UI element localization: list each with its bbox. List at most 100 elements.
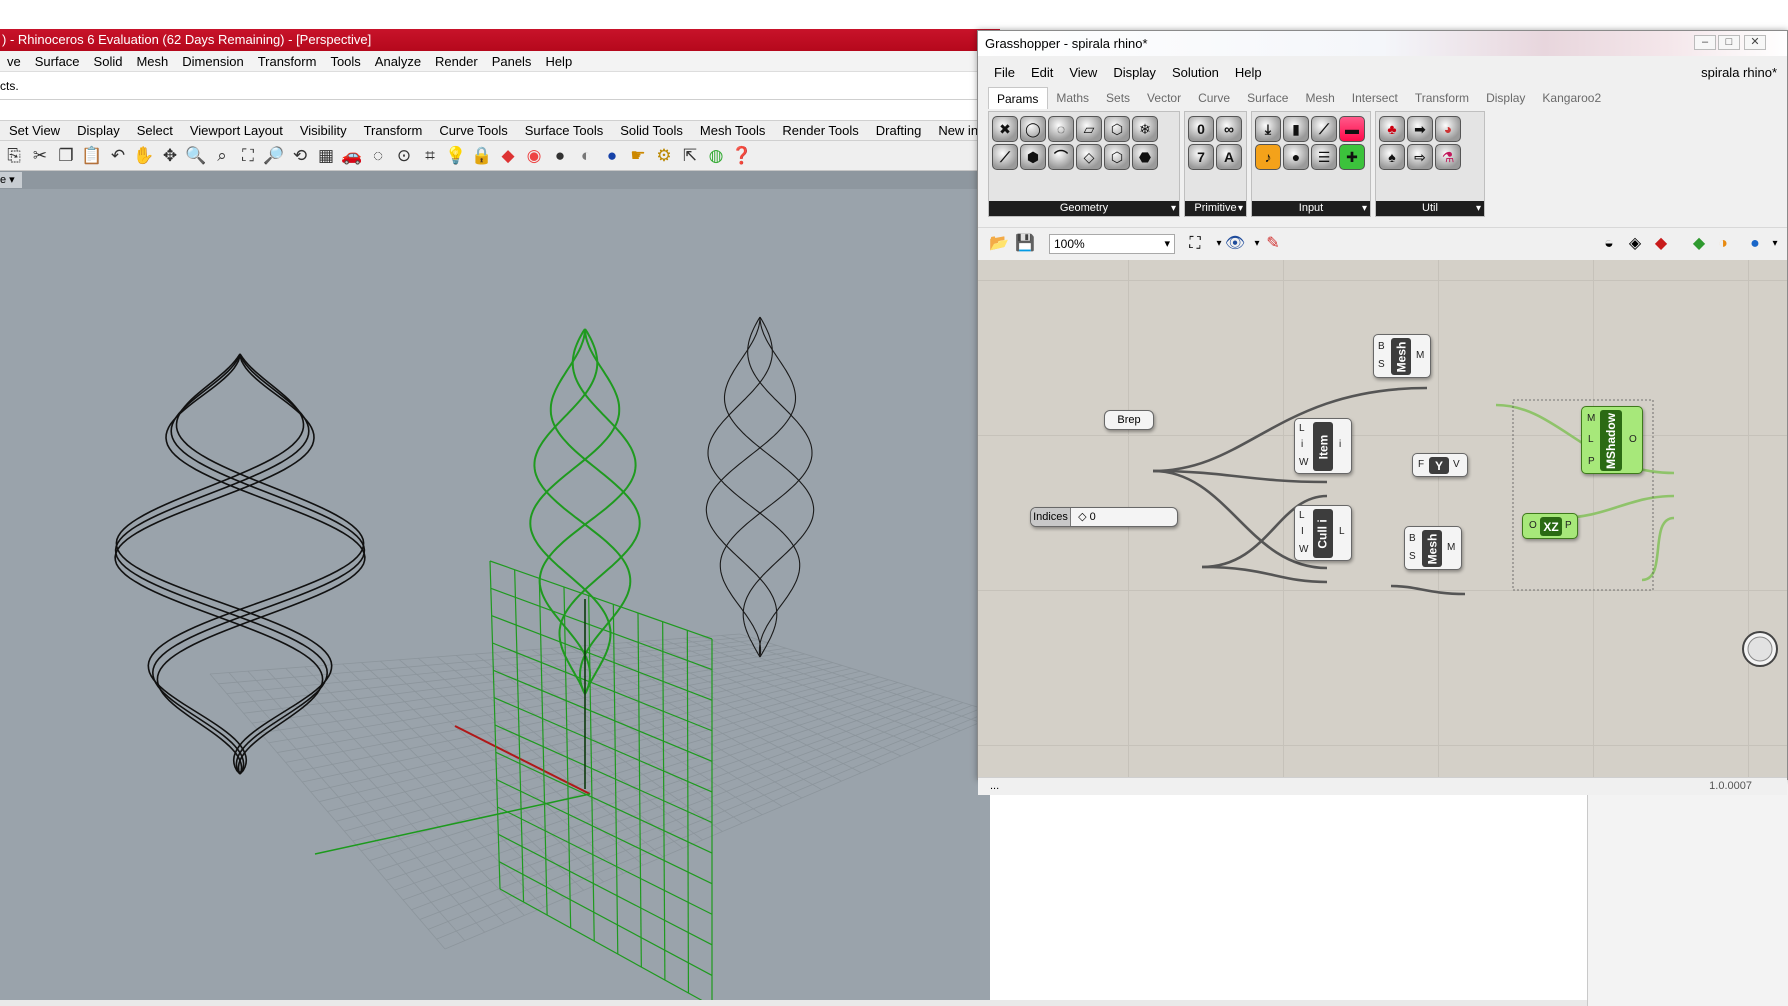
paste-icon[interactable]: 📋 (80, 144, 104, 168)
mesh-brep-component-top[interactable]: B S Mesh M (1373, 334, 1431, 378)
menu-help[interactable]: Help (538, 51, 579, 71)
expand-icon[interactable]: ▾ (1171, 201, 1176, 216)
render-sphere-icon[interactable]: ◐ (574, 144, 598, 168)
expand-icon[interactable]: ▾ (1476, 201, 1481, 216)
import-icon[interactable]: ⤓ (1255, 116, 1281, 142)
car-icon[interactable]: 🚗 (340, 144, 364, 168)
text-param-icon[interactable]: A (1216, 144, 1242, 170)
pin-m[interactable]: M (1447, 542, 1455, 554)
menu-transform[interactable]: Transform (251, 51, 324, 71)
pin-l[interactable]: L (1299, 423, 1305, 435)
indices-panel-node[interactable]: Indices ◇ 0 (1030, 507, 1178, 527)
menu-dimension[interactable]: Dimension (175, 51, 250, 71)
viewport-tab[interactable]: e ▾ (0, 172, 22, 188)
tab-mesh-tools[interactable]: Mesh Tools (691, 121, 774, 140)
mesh-preview-icon[interactable]: ◆ (1688, 233, 1710, 255)
blue-sphere-icon[interactable]: ● (600, 144, 624, 168)
tab-visibility[interactable]: Visibility (291, 121, 355, 140)
pin-s[interactable]: S (1378, 359, 1385, 371)
gradient-icon[interactable]: ▬ (1339, 116, 1365, 142)
menu-panels[interactable]: Panels (485, 51, 539, 71)
gh-tab-kangaroo2[interactable]: Kangaroo2 (1534, 87, 1610, 109)
menu-render[interactable]: Render (428, 51, 485, 71)
menu-analyze[interactable]: Analyze (368, 51, 428, 71)
gear-icon[interactable]: ⚙ (652, 144, 676, 168)
pin-i-out[interactable]: i (1339, 439, 1341, 451)
expand-icon[interactable]: ▾ (1238, 201, 1243, 216)
transform-icon[interactable]: ⇱ (678, 144, 702, 168)
zoom-window-icon[interactable]: ⌕ (210, 144, 234, 168)
pin-b[interactable]: B (1409, 533, 1416, 545)
box-param-icon[interactable]: ⬢ (1020, 144, 1046, 170)
gh-tab-maths[interactable]: Maths (1048, 87, 1098, 109)
pin-p[interactable]: P (1565, 520, 1572, 532)
preview-eye-icon[interactable]: 👁 (1224, 233, 1246, 255)
ribbon-label-input[interactable]: Input ▾ (1252, 201, 1370, 216)
gh-tab-transform[interactable]: Transform (1407, 87, 1478, 109)
xz-plane-component[interactable]: O XZ P (1522, 513, 1578, 539)
tab-curve-tools[interactable]: Curve Tools (430, 121, 515, 140)
menu-tools[interactable]: Tools (323, 51, 367, 71)
status-ellipsis[interactable]: ... (990, 778, 999, 794)
close-icon[interactable]: ✕ (1744, 35, 1766, 50)
toggle-icon[interactable]: ● (1283, 144, 1309, 170)
zoom-icon[interactable]: 🔍 (184, 144, 208, 168)
menu-surface[interactable]: Surface (28, 51, 87, 71)
globe-icon[interactable]: ● (1744, 233, 1766, 255)
undo-icon[interactable]: ↶ (106, 144, 130, 168)
four-viewports-icon[interactable]: ▦ (314, 144, 338, 168)
tab-display[interactable]: Display (68, 121, 128, 140)
tree-icon[interactable]: ♠ (1379, 144, 1405, 170)
arrow-outline-icon[interactable]: ⇨ (1407, 144, 1433, 170)
gh-tab-intersect[interactable]: Intersect (1344, 87, 1407, 109)
gh-menu-help[interactable]: Help (1227, 62, 1270, 84)
value-list-icon[interactable]: ☰ (1311, 144, 1337, 170)
zoom-extents-icon[interactable]: ⛶ (236, 144, 260, 168)
plane-param-icon[interactable]: ◇ (1076, 144, 1102, 170)
pin-p[interactable]: P (1588, 456, 1595, 468)
material-icon[interactable]: ◑ (1712, 233, 1734, 255)
menu-solid[interactable]: Solid (87, 51, 130, 71)
zoom-select[interactable]: 100% (1049, 234, 1175, 254)
pin-f[interactable]: F (1418, 459, 1424, 471)
chevron-down-icon[interactable]: ▾ (1764, 233, 1786, 255)
pin-l[interactable]: L (1299, 510, 1305, 522)
gh-tab-curve[interactable]: Curve (1190, 87, 1239, 109)
pin-l[interactable]: L (1588, 434, 1594, 446)
light-bulb-icon[interactable]: 💡 (444, 144, 468, 168)
curve-param-icon[interactable]: ◌ (1048, 116, 1074, 142)
color-wheel-icon[interactable]: ◉ (522, 144, 546, 168)
zoom-extents-icon[interactable]: ⛶ (1184, 233, 1206, 255)
pin-i[interactable]: I (1301, 526, 1304, 538)
pin-o[interactable]: O (1629, 434, 1637, 446)
mesh-param-icon[interactable]: ❄ (1132, 116, 1158, 142)
point-param-icon[interactable]: ✖ (992, 116, 1018, 142)
gh-titlebar[interactable]: Grasshopper - spirala rhino* – □ ✕ (978, 31, 1787, 56)
tab-viewport-layout[interactable]: Viewport Layout (181, 121, 291, 140)
xray-icon[interactable]: ⊙ (392, 144, 416, 168)
tab-surface-tools[interactable]: Surface Tools (516, 121, 612, 140)
integer-param-icon[interactable]: ∞ (1216, 116, 1242, 142)
command-prompt[interactable] (0, 100, 990, 121)
gh-canvas[interactable]: Brep Indices ◇ 0 B S Mesh M L i W Item i (978, 260, 1787, 777)
menu-view[interactable]: ve (0, 51, 28, 71)
surface-param-icon[interactable]: ▱ (1076, 116, 1102, 142)
gh-tab-sets[interactable]: Sets (1098, 87, 1139, 109)
flask-icon[interactable]: ⚗ (1435, 144, 1461, 170)
brep-param-node[interactable]: Brep (1104, 410, 1154, 430)
preview-selected-icon[interactable]: ◆ (1650, 233, 1672, 255)
preview-shaded-icon[interactable]: ◈ (1624, 233, 1646, 255)
save-icon[interactable]: 💾 (1014, 233, 1036, 255)
move-icon[interactable]: ✥ (158, 144, 182, 168)
pin-m[interactable]: M (1587, 413, 1595, 425)
gh-tab-params[interactable]: Params (988, 87, 1049, 109)
cut-icon[interactable]: ✂ (28, 144, 52, 168)
tab-solid-tools[interactable]: Solid Tools (611, 121, 691, 140)
circle-param-icon[interactable]: ◯ (1020, 116, 1046, 142)
menu-mesh[interactable]: Mesh (129, 51, 175, 71)
graph-mapper-icon[interactable]: ⟋ (1311, 116, 1337, 142)
pin-b[interactable]: B (1378, 341, 1385, 353)
ribbon-label-util[interactable]: Util ▾ (1376, 201, 1484, 216)
gh-menu-display[interactable]: Display (1105, 62, 1164, 84)
brep-param-icon[interactable]: ⬡ (1104, 116, 1130, 142)
